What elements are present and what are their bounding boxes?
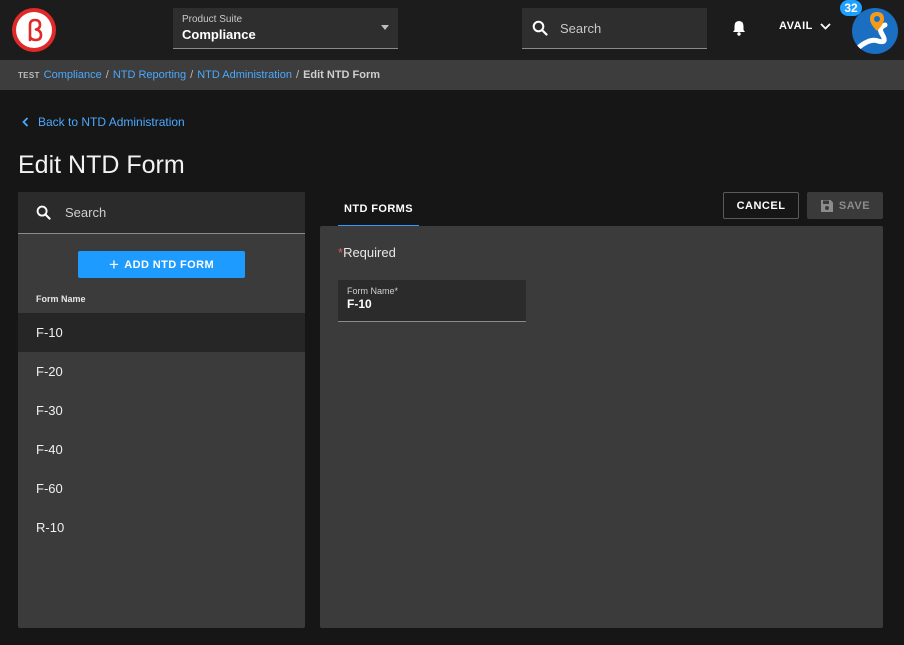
bell-icon[interactable] [730, 19, 748, 37]
global-search-placeholder: Search [560, 20, 602, 36]
forms-search-placeholder: Search [65, 205, 107, 220]
breadcrumb-separator: / [105, 69, 109, 81]
list-item[interactable]: F-20 [18, 352, 305, 391]
chevron-left-icon [22, 117, 29, 127]
notification-count-badge: 32 [840, 0, 862, 16]
list-item[interactable]: F-40 [18, 430, 305, 469]
tab-ntd-forms[interactable]: NTD FORMS [338, 192, 419, 227]
list-item[interactable]: F-30 [18, 391, 305, 430]
breadcrumb-current: Edit NTD Form [303, 69, 381, 81]
required-text: Required [343, 245, 396, 260]
environment-tag: TEST [18, 70, 40, 80]
search-icon [36, 205, 51, 220]
breadcrumb-link-compliance[interactable]: Compliance [44, 69, 102, 81]
add-ntd-form-button[interactable]: + ADD NTD FORM [78, 251, 245, 278]
save-button[interactable]: SAVE [807, 192, 883, 219]
app-launcher-icon[interactable] [852, 8, 898, 54]
search-icon [532, 20, 548, 36]
required-note: *Required [338, 245, 396, 260]
form-name-value: F-10 [347, 297, 372, 311]
product-suite-value: Compliance [182, 27, 256, 42]
breadcrumb-link-ntd-reporting[interactable]: NTD Reporting [113, 69, 186, 81]
forms-search-input[interactable]: Search [18, 192, 305, 234]
add-ntd-form-label: ADD NTD FORM [124, 258, 215, 271]
caret-down-icon [381, 25, 389, 30]
plus-icon: + [108, 255, 120, 274]
breadcrumb-separator: / [296, 69, 300, 81]
product-suite-label: Product Suite [182, 14, 243, 25]
user-menu[interactable]: AVAIL [779, 20, 831, 32]
floppy-disk-icon [820, 199, 833, 212]
list-item[interactable]: F-10 [18, 313, 305, 352]
form-name-column-header: Form Name [36, 294, 86, 304]
chevron-down-icon [820, 22, 831, 30]
breadcrumb-separator: / [190, 69, 194, 81]
forms-list-panel: Search + ADD NTD FORM Form Name F-10 F-2… [18, 192, 305, 628]
location-pin-road-icon [855, 12, 888, 51]
form-name-field[interactable]: Form Name* F-10 [338, 280, 526, 322]
forms-list: F-10 F-20 F-30 F-40 F-60 R-10 [18, 313, 305, 547]
page-title: Edit NTD Form [18, 151, 185, 179]
list-item[interactable]: R-10 [18, 508, 305, 547]
user-menu-label: AVAIL [779, 20, 813, 32]
top-navigation-bar: Product Suite Compliance Search AVAIL 32 [0, 0, 904, 60]
cancel-button[interactable]: CANCEL [723, 192, 799, 219]
form-editor-panel: *Required Form Name* F-10 [320, 226, 883, 628]
beta-glyph [28, 18, 43, 42]
product-suite-select[interactable]: Product Suite Compliance [173, 8, 398, 49]
back-link-label: Back to NTD Administration [38, 115, 185, 129]
global-search-input[interactable]: Search [522, 8, 707, 49]
breadcrumb: TEST Compliance / NTD Reporting / NTD Ad… [0, 60, 904, 90]
save-button-label: SAVE [838, 199, 871, 212]
beta-logo-icon[interactable] [12, 8, 56, 52]
breadcrumb-link-ntd-administration[interactable]: NTD Administration [197, 69, 292, 81]
form-name-label: Form Name* [347, 286, 399, 296]
back-link[interactable]: Back to NTD Administration [22, 115, 185, 129]
list-item[interactable]: F-60 [18, 469, 305, 508]
